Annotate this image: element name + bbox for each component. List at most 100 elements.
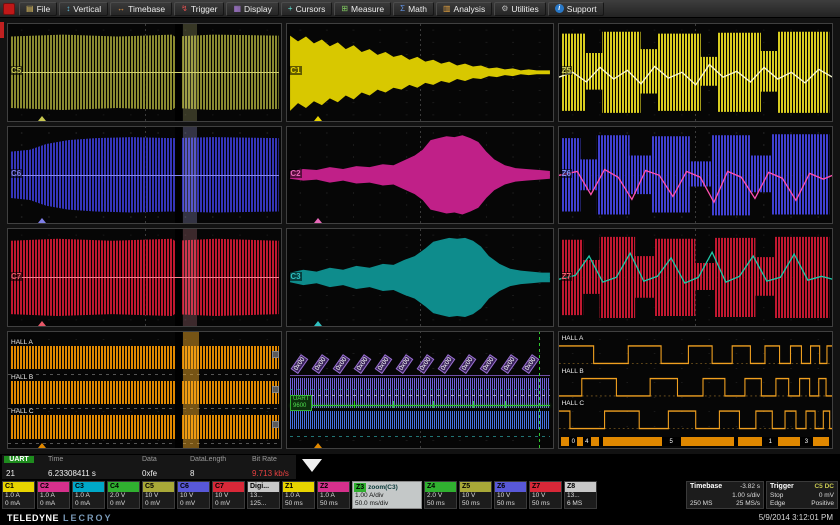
menu-analysis[interactable]: ▥Analysis (436, 2, 492, 16)
hex-value: 0x00 (501, 354, 519, 374)
descriptor-id: C5 (143, 482, 174, 492)
timebase-samples: 250 MS (690, 500, 712, 507)
info-icon: i (555, 4, 564, 13)
descriptor-line2: 50 ms (425, 500, 456, 508)
bus-state-segment (591, 437, 599, 446)
hall-square-waves (559, 332, 832, 448)
descriptor-z4[interactable]: Z42.0 V50 ms (424, 481, 457, 509)
bus-state-value: 0 (569, 437, 577, 446)
menu-timebase[interactable]: ↔Timebase (110, 2, 172, 16)
panel-c7[interactable]: C7 (7, 228, 282, 327)
descriptor-c1[interactable]: C11.0 A0 mA (2, 481, 35, 509)
trigger-mode: Stop (770, 492, 783, 499)
trigger-marker (314, 116, 322, 121)
channel-label: C7 (10, 272, 22, 281)
descriptor-line2: 0 mV (178, 500, 209, 508)
hex-value: 0x00 (354, 354, 372, 374)
menu-support[interactable]: iSupport (548, 2, 604, 16)
panel-c5[interactable]: C5 (7, 23, 282, 122)
decode-length-column: DataLength 8 (188, 455, 250, 479)
descriptor-id: Z2 (318, 482, 349, 492)
descriptor-c7[interactable]: C710 V0 mV (212, 481, 245, 509)
zoom-scale: 1.00 A/div (353, 492, 421, 500)
panel-z5[interactable]: Z5 (558, 23, 833, 122)
uart-decode-table[interactable]: UART 21 Time 6.23308411 s Data 0xfe Data… (2, 455, 296, 479)
hex-value: 0x00 (396, 354, 414, 374)
panel-serial-decode[interactable]: 0x00 0x00 0x00 0x00 0x00 0x00 0x00 0x00 … (286, 331, 553, 449)
analysis-icon: ▥ (443, 5, 451, 13)
panel-z6[interactable]: Z6 (558, 126, 833, 225)
descriptor-z6[interactable]: Z610 V50 ms (494, 481, 527, 509)
hex-value: 0x00 (522, 354, 540, 374)
panel-c1[interactable]: C1 (286, 23, 553, 122)
descriptor-c2[interactable]: C21.0 A0 mA (37, 481, 70, 509)
menu-label: Cursors (296, 4, 326, 14)
panel-c6[interactable]: C6 (7, 126, 282, 225)
descriptor-z8[interactable]: Z813...6 MS (564, 481, 597, 509)
menu-trigger[interactable]: ↯Trigger (174, 2, 224, 16)
uart-bus-tag[interactable]: UART 9600 (290, 395, 312, 411)
descriptor-id: C2 (38, 482, 69, 492)
menu-math[interactable]: ΣMath (393, 2, 434, 16)
descriptor-line1: 13... (565, 492, 596, 500)
hall-c-label: HALL C (562, 400, 585, 407)
decode-result-strip: UART 21 Time 6.23308411 s Data 0xfe Data… (0, 454, 840, 480)
file-icon: ▤ (26, 5, 34, 13)
descriptor-z1[interactable]: Z11.0 A50 ms (282, 481, 315, 509)
menu-label: Utilities (511, 4, 538, 14)
descriptor-line2: 50 ms (460, 500, 491, 508)
descriptor-line2: 125... (248, 500, 279, 508)
menu-file[interactable]: ▤File (19, 2, 57, 16)
digital-band-a (11, 346, 279, 369)
descriptor-line2: 50 ms (318, 500, 349, 508)
bus-marker-icon[interactable] (272, 351, 279, 358)
trigger-type: Edge (770, 500, 785, 507)
bus-marker-icon[interactable] (272, 386, 279, 393)
descriptor-id: Z6 (495, 482, 526, 492)
collapse-table-button[interactable] (302, 459, 322, 472)
panel-c3[interactable]: C3 (286, 228, 553, 327)
descriptor-c3[interactable]: C31.0 A0 mA (72, 481, 105, 509)
descriptor-z5[interactable]: Z510 V50 ms (459, 481, 492, 509)
timebase-box[interactable]: Timebase-3.82 s 1.00 s/div 250 MS25 MS/s (686, 481, 764, 509)
waveform-z1-overlay (559, 24, 832, 121)
uart-tag-rate: 9600 (293, 403, 309, 410)
bus-state-segment (681, 437, 735, 446)
descriptor-line1: 1.0 A (38, 492, 69, 500)
descriptor-line1: 1.0 A (73, 492, 104, 500)
crosshair-icon: + (288, 5, 293, 13)
descriptor-c6[interactable]: C610 V0 mV (177, 481, 210, 509)
descriptor-line1: 10 V (460, 492, 491, 500)
panel-c2[interactable]: C2 (286, 126, 553, 225)
record-gap (175, 332, 182, 448)
teal-dashed-line (290, 436, 550, 437)
serial-tick (505, 401, 506, 408)
panel-hall-zoom[interactable]: HALL A HALL B HALL C 0 4 5 (558, 331, 833, 449)
menu-cursors[interactable]: +Cursors (281, 2, 332, 16)
panel-z7[interactable]: Z7 (558, 228, 833, 327)
descriptor-line1: 1.0 A (3, 492, 34, 500)
menu-vertical[interactable]: ↕Vertical (59, 2, 108, 16)
descriptor-c5[interactable]: C510 V0 mV (142, 481, 175, 509)
bus-marker-icon[interactable] (272, 421, 279, 428)
descriptor-c4[interactable]: C42.0 V0 mV (107, 481, 140, 509)
menu-measure[interactable]: ⊞Measure (334, 2, 391, 16)
descriptor-z3-selected[interactable]: Z3zoom(C3) 1.00 A/div 50.0 ms/div (352, 481, 422, 509)
bus-state-segment (603, 437, 662, 446)
descriptor-z2[interactable]: Z21.0 A50 ms (317, 481, 350, 509)
decode-time-column: Time 6.23308411 s (46, 455, 140, 479)
hall-c-label: HALL C (11, 408, 34, 415)
descriptor-id: Z8 (565, 482, 596, 492)
descriptor-digital[interactable]: Digi...13...125... (247, 481, 280, 509)
menu-display[interactable]: ▦Display (226, 2, 278, 16)
descriptor-z7[interactable]: Z710 V50 ms (529, 481, 562, 509)
trigger-box[interactable]: TriggerC5 DC Stop0 mV EdgePositive (766, 481, 838, 509)
panel-digital-record[interactable]: HALL A HALL B HALL C (7, 331, 282, 449)
caliper-icon: ⊞ (341, 5, 348, 13)
descriptor-line2: 0 mA (38, 500, 69, 508)
side-tab[interactable] (0, 22, 4, 38)
bus-state-value: 5 (662, 437, 681, 446)
menu-utilities[interactable]: ⚙Utilities (494, 2, 546, 16)
trigger-marker (38, 443, 46, 448)
digital-zoom-band-2 (290, 411, 550, 430)
